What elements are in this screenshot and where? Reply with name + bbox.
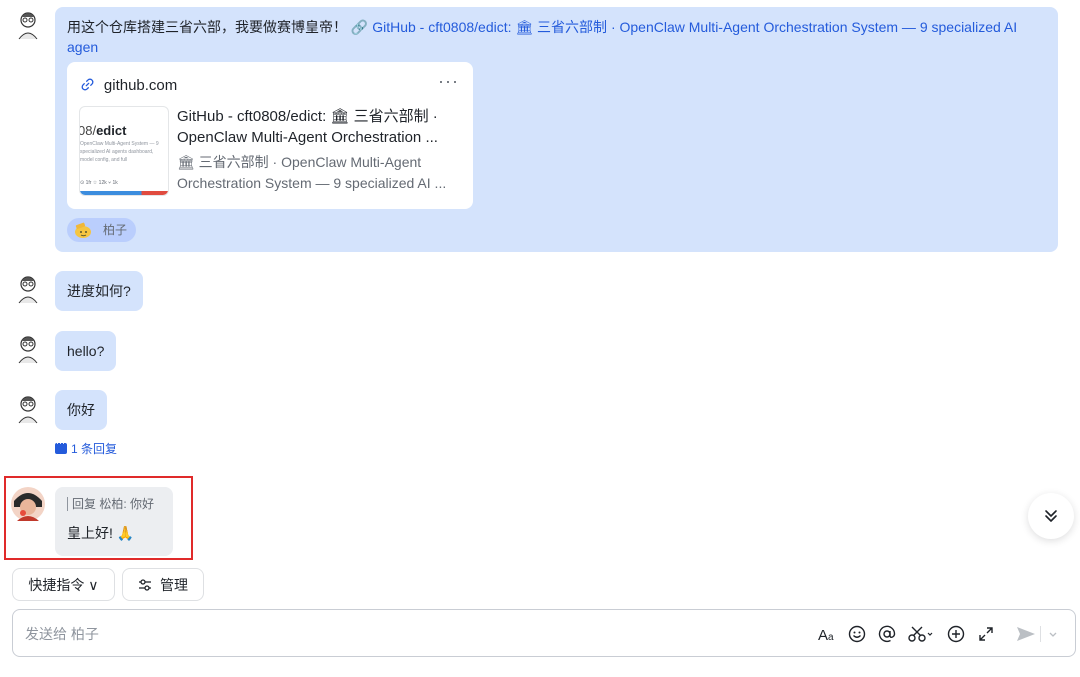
message-composer[interactable]: Aa	[12, 609, 1076, 657]
card-title: GitHub - cft0808/edict: 🏛 三省六部制 · OpenCl…	[177, 108, 438, 146]
emoji-icon[interactable]	[847, 622, 867, 646]
thumb-desc: OpenClaw Multi-Agent System — 9 speciali…	[80, 141, 159, 163]
reply-count: 1 条回复	[71, 442, 118, 456]
add-icon[interactable]	[946, 622, 966, 646]
message-bubble[interactable]: 你好	[55, 390, 107, 430]
message-input[interactable]	[25, 622, 625, 646]
thumb-language-bar	[80, 191, 168, 195]
screenshot-icon[interactable]	[907, 622, 935, 646]
scroll-to-bottom-button[interactable]	[1028, 493, 1074, 539]
message-bubble[interactable]: 用这个仓库搭建三省六部，我要做赛博皇帝！ 🔗 GitHub - cft0808/…	[55, 7, 1058, 252]
more-icon[interactable]: ···	[438, 71, 459, 91]
expand-icon[interactable]	[976, 622, 996, 646]
settings-sliders-icon	[139, 578, 151, 591]
reaction-chip[interactable]: 柏子	[67, 218, 136, 242]
card-description: 🏛 三省六部制 · OpenClaw Multi-Agent Orchestra…	[177, 154, 447, 191]
thread-reply-link[interactable]: 1 条回复	[55, 438, 118, 457]
message-text: hello?	[67, 343, 105, 359]
divider	[1040, 622, 1042, 646]
card-thumbnail: 08/edict OpenClaw Multi-Agent System — 9…	[79, 106, 169, 196]
double-chevron-down-icon	[1045, 510, 1057, 522]
thumb-repo-name: edict	[96, 123, 127, 138]
message-bubble[interactable]: 进度如何?	[55, 271, 143, 311]
avatar[interactable]	[11, 7, 45, 41]
message-text: 你好	[67, 402, 95, 418]
quick-commands-label: 快捷指令 ∨	[28, 576, 99, 593]
svg-text:A: A	[818, 627, 828, 644]
message-text: 进度如何?	[67, 283, 131, 299]
thumb-stats: ⊙ 1fr ☆ 12k ⑂ 1k	[80, 180, 118, 186]
quoted-reference[interactable]: 回复 松柏: 你好	[67, 497, 161, 511]
text-format-icon[interactable]: Aa	[817, 622, 837, 646]
message-text: 皇上好! 🙏	[67, 525, 135, 541]
message-bubble[interactable]: hello?	[55, 331, 117, 371]
card-domain: github.com	[81, 75, 177, 96]
avatar[interactable]	[11, 271, 45, 305]
svg-text:a: a	[828, 632, 834, 643]
card-domain-text: github.com	[103, 77, 178, 94]
mention-icon[interactable]	[877, 622, 897, 646]
reply-bubble[interactable]: 回复 松柏: 你好 皇上好! 🙏	[55, 487, 173, 556]
link-preview-card[interactable]: github.com ··· 08/edict OpenClaw Multi-A…	[67, 62, 473, 209]
manage-button[interactable]: 管理	[122, 568, 204, 601]
salute-face-icon	[73, 222, 93, 238]
quick-commands-button[interactable]: 快捷指令 ∨	[12, 568, 115, 601]
message-text: 用这个仓库搭建三省六部，我要做赛博皇帝！	[67, 19, 347, 35]
avatar[interactable]	[11, 331, 45, 365]
comment-icon	[55, 438, 67, 454]
thumb-repo-prefix: 08/	[79, 123, 97, 138]
send-options-chevron-down-icon[interactable]	[1047, 622, 1059, 646]
link-icon	[81, 77, 98, 93]
thumb-repo: 08/edict	[79, 121, 127, 141]
reaction-user: 柏子	[103, 223, 128, 237]
send-icon[interactable]	[1015, 622, 1037, 646]
avatar[interactable]	[11, 391, 45, 425]
manage-label: 管理	[160, 576, 188, 593]
